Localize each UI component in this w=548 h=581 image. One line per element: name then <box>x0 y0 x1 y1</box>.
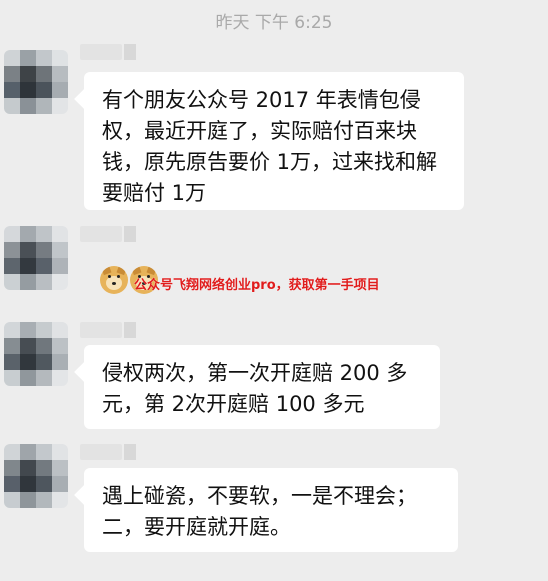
message-text: 有个朋友公众号 2017 年表情包侵权，最近开庭了，实际赔付百来块钱，原先原告要… <box>102 88 438 205</box>
sender-nickname <box>80 226 136 242</box>
message-bubble[interactable]: 遇上碰瓷，不要软，一是不理会；二，要开庭就开庭。 <box>84 468 458 552</box>
message-bubble[interactable]: 侵权两次，第一次开庭赔 200 多元，第 2次开庭赔 100 多元 <box>84 345 440 429</box>
message-text: 侵权两次，第一次开庭赔 200 多元，第 2次开庭赔 100 多元 <box>102 361 408 416</box>
watermark-text: 公众号飞翔网络创业pro，获取第一手项目 <box>134 278 380 293</box>
emoji-message[interactable]: 公众号飞翔网络创业pro，获取第一手项目 <box>100 266 520 296</box>
avatar[interactable] <box>4 322 68 386</box>
message-bubble[interactable]: 有个朋友公众号 2017 年表情包侵权，最近开庭了，实际赔付百来块钱，原先原告要… <box>84 72 464 210</box>
avatar[interactable] <box>4 226 68 290</box>
chat-timestamp: 昨天 下午 6:25 <box>215 13 333 33</box>
sender-nickname <box>80 444 136 460</box>
sender-nickname <box>80 322 136 338</box>
sender-nickname <box>80 44 136 60</box>
message-text: 遇上碰瓷，不要软，一是不理会；二，要开庭就开庭。 <box>102 484 417 539</box>
avatar[interactable] <box>4 50 68 114</box>
avatar[interactable] <box>4 444 68 508</box>
doge-face-icon <box>100 266 128 294</box>
